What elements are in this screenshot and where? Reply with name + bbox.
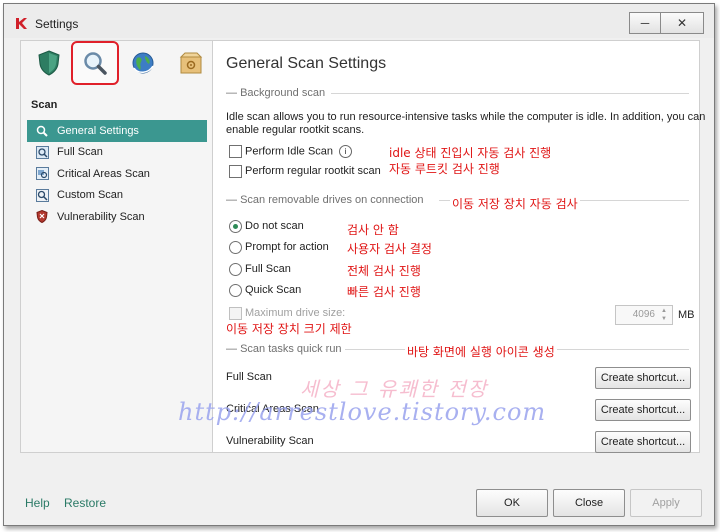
radio-prompt-for-action[interactable] <box>229 241 242 254</box>
quick-run-task-vulnerability-scan: Vulnerability Scan <box>226 435 314 447</box>
full-scan-icon <box>35 145 49 159</box>
perform-idle-scan-checkbox[interactable] <box>229 145 242 158</box>
section-title-scan: Scan <box>31 99 58 111</box>
nav-item-general-settings[interactable]: General Settings <box>27 120 207 142</box>
custom-scan-icon <box>35 188 49 202</box>
radio-quick-scan[interactable] <box>229 284 242 297</box>
annotation-prompt: 사용자 검사 결정 <box>347 242 432 256</box>
max-drive-size-value: 4096 <box>632 309 655 320</box>
radio-full-scan-label: Full Scan <box>245 263 291 275</box>
category-tabs <box>21 41 213 85</box>
nav-item-full-scan[interactable]: Full Scan <box>27 142 207 164</box>
nav-item-label: General Settings <box>57 124 139 137</box>
group-title-removable-drives: — Scan removable drives on connection <box>226 194 424 206</box>
nav-item-label: Critical Areas Scan <box>57 167 150 180</box>
radio-prompt-for-action-label: Prompt for action <box>245 241 329 253</box>
nav-item-label: Custom Scan <box>57 189 124 202</box>
title-bar: Settings ─ ✕ <box>4 4 714 38</box>
max-drive-size-stepper[interactable]: 4096 ▲ ▼ <box>615 305 673 325</box>
minimize-button[interactable]: ─ <box>629 12 661 34</box>
scan-nav: General Settings Full Scan Critical Area… <box>27 120 207 228</box>
sidebar: Scan General Settings Full Scan Critical… <box>20 40 213 453</box>
group-title-background-scan: — Background scan <box>226 87 326 99</box>
close-icon: ✕ <box>676 16 688 30</box>
create-shortcut-critical-areas-button[interactable]: Create shortcut... <box>595 399 691 421</box>
max-drive-size-label: Maximum drive size: <box>245 307 346 319</box>
max-drive-size-checkbox[interactable] <box>229 307 242 320</box>
nav-item-vulnerability-scan[interactable]: Vulnerability Scan <box>27 206 207 228</box>
create-shortcut-vulnerability-button[interactable]: Create shortcut... <box>595 431 691 453</box>
annotation-idle: idle 상태 진입시 자동 검사 진행 <box>389 146 552 160</box>
radio-do-not-scan[interactable] <box>229 220 242 233</box>
tab-scan[interactable] <box>71 41 119 85</box>
annotation-rootkit: 자동 루트킷 검사 진행 <box>389 162 500 176</box>
divider <box>331 93 689 94</box>
close-button[interactable]: Close <box>553 489 625 517</box>
nav-item-label: Full Scan <box>57 146 103 159</box>
annotation-removable: 이동 저장 장치 자동 검사 <box>450 195 580 212</box>
radio-quick-scan-label: Quick Scan <box>245 284 302 296</box>
radio-do-not-scan-label: Do not scan <box>245 220 304 232</box>
settings-window: Settings ─ ✕ Scan General Settings Full … <box>3 3 715 526</box>
tab-update[interactable] <box>125 47 161 79</box>
nav-item-critical-areas-scan[interactable]: Critical Areas Scan <box>27 163 207 185</box>
radio-full-scan[interactable] <box>229 263 242 276</box>
annotation-do-not-scan: 검사 안 함 <box>347 223 399 237</box>
ok-button[interactable]: OK <box>476 489 548 517</box>
close-window-button[interactable]: ✕ <box>661 12 704 34</box>
shield-icon <box>38 50 60 76</box>
page-title: General Scan Settings <box>226 55 387 72</box>
tab-advanced[interactable] <box>173 47 209 79</box>
perform-idle-scan-label: Perform Idle Scan i <box>245 145 353 158</box>
max-drive-size-unit: MB <box>678 309 695 321</box>
help-link[interactable]: Help <box>25 496 50 510</box>
magnifier-icon <box>84 52 107 75</box>
group-title-quick-run: — Scan tasks quick run <box>226 343 342 355</box>
tab-protection[interactable] <box>31 47 67 79</box>
info-icon[interactable]: i <box>339 145 353 158</box>
box-icon <box>179 52 203 74</box>
apply-button[interactable]: Apply <box>630 489 702 517</box>
annotation-full-scan: 전체 검사 진행 <box>347 264 421 278</box>
restore-link[interactable]: Restore <box>64 496 106 510</box>
minimize-icon: ─ <box>640 16 650 30</box>
background-scan-description-line2: enable regular rootkit scans. <box>226 124 365 136</box>
perform-rootkit-scan-label: Perform regular rootkit scan <box>245 165 381 177</box>
annotation-quick-run: 바탕 화면에 실행 아이콘 생성 <box>405 343 557 360</box>
magnifier-icon <box>35 124 49 138</box>
window-title: Settings <box>35 17 79 31</box>
nav-item-custom-scan[interactable]: Custom Scan <box>27 185 207 207</box>
perform-rootkit-scan-checkbox[interactable] <box>229 165 242 178</box>
kaspersky-logo-icon <box>16 18 27 29</box>
vulnerability-shield-icon <box>35 210 49 224</box>
background-scan-description-line1: Idle scan allows you to run resource-int… <box>226 111 706 123</box>
quick-run-task-full-scan: Full Scan <box>226 371 272 383</box>
nav-item-label: Vulnerability Scan <box>57 210 145 223</box>
annotation-quick-scan: 빠른 검사 진행 <box>347 285 421 299</box>
stepper-arrows-icon[interactable]: ▲ ▼ <box>658 307 670 323</box>
critical-scan-icon <box>35 167 49 181</box>
annotation-max-size: 이동 저장 장치 크기 제한 <box>226 322 352 336</box>
watermark-url: http://arrestlove.tistory.com <box>178 398 547 426</box>
create-shortcut-full-scan-button[interactable]: Create shortcut... <box>595 367 691 389</box>
globe-icon <box>132 52 154 74</box>
